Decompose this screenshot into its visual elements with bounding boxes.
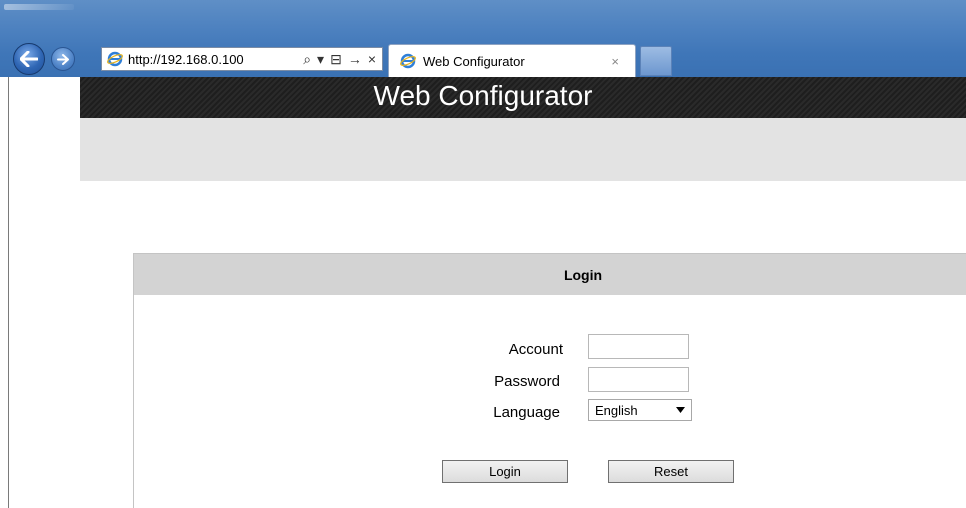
login-panel: Login Account Password Language English … [133, 253, 966, 508]
tab-title: Web Configurator [423, 53, 525, 69]
go-icon[interactable]: → [348, 52, 362, 66]
address-url[interactable]: http://192.168.0.100 [128, 52, 303, 67]
language-selected-value: English [595, 402, 638, 418]
ie-logo-icon [399, 52, 417, 70]
back-button[interactable] [13, 43, 45, 75]
browser-tab-web-configurator[interactable]: Web Configurator × [388, 44, 636, 77]
page-content: Web Configurator Login Account Password … [0, 77, 966, 508]
chevron-down-icon [676, 407, 685, 413]
page-title: Web Configurator [373, 80, 593, 111]
new-tab-button[interactable] [640, 46, 672, 76]
window-caption [4, 4, 74, 10]
stop-icon[interactable]: × [368, 52, 376, 66]
dropdown-icon[interactable]: ▾ [317, 52, 324, 66]
header-subbar [80, 118, 966, 181]
password-input[interactable] [588, 367, 689, 392]
address-bar[interactable]: http://192.168.0.100 ⌕ ▾ ⊟ → × [101, 47, 383, 71]
account-input[interactable] [588, 334, 689, 359]
login-panel-header: Login [134, 254, 966, 295]
account-label: Account [508, 341, 563, 358]
search-icon[interactable]: ⌕ [303, 52, 311, 66]
reset-button[interactable]: Reset [608, 460, 734, 483]
forward-button[interactable] [51, 47, 75, 71]
language-select[interactable]: English [588, 399, 692, 421]
back-arrow-icon [20, 51, 38, 67]
login-panel-title: Login [563, 266, 603, 283]
login-button[interactable]: Login [442, 460, 568, 483]
password-label: Password [494, 373, 560, 390]
language-label: Language [493, 404, 560, 421]
forward-arrow-icon [57, 53, 69, 65]
ie-logo-icon [106, 50, 124, 68]
tab-close-icon[interactable]: × [611, 54, 619, 69]
window-left-border [8, 77, 9, 508]
compatibility-view-icon[interactable]: ⊟ [330, 52, 342, 66]
browser-toolbar: http://192.168.0.100 ⌕ ▾ ⊟ → × Web Confi… [0, 0, 966, 77]
